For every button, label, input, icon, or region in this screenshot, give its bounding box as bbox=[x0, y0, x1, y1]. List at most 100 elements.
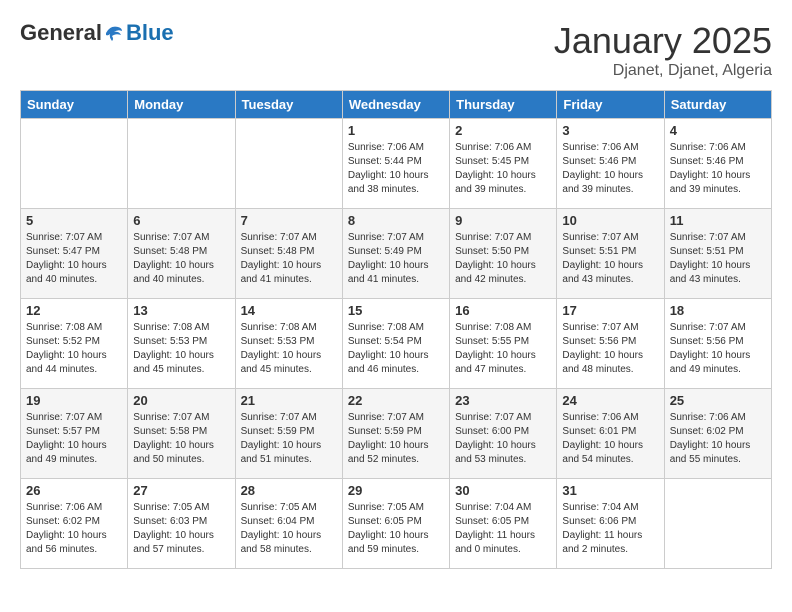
calendar-cell bbox=[235, 119, 342, 209]
weekday-header-row: SundayMondayTuesdayWednesdayThursdayFrid… bbox=[21, 91, 772, 119]
calendar-cell: 3 Sunrise: 7:06 AM Sunset: 5:46 PM Daylig… bbox=[557, 119, 664, 209]
calendar-cell: 1 Sunrise: 7:06 AM Sunset: 5:44 PM Daylig… bbox=[342, 119, 449, 209]
logo-bird-icon bbox=[104, 23, 124, 43]
day-info: Sunrise: 7:06 AM Sunset: 6:02 PM Dayligh… bbox=[26, 501, 122, 557]
day-number: 20 bbox=[133, 393, 229, 408]
weekday-header-wednesday: Wednesday bbox=[342, 91, 449, 119]
title-block: January 2025 Djanet, Djanet, Algeria bbox=[554, 20, 772, 80]
calendar-cell: 29Sunrise: 7:05 AM Sunset: 6:05 PM Dayli… bbox=[342, 479, 449, 569]
weekday-header-tuesday: Tuesday bbox=[235, 91, 342, 119]
day-info: Sunrise: 7:08 AM Sunset: 5:53 PM Dayligh… bbox=[241, 321, 337, 377]
weekday-header-monday: Monday bbox=[128, 91, 235, 119]
day-number: 28 bbox=[241, 483, 337, 498]
day-info: Sunrise: 7:04 AM Sunset: 6:06 PM Dayligh… bbox=[562, 501, 658, 557]
day-number: 11 bbox=[670, 213, 766, 228]
day-number: 21 bbox=[241, 393, 337, 408]
day-number: 18 bbox=[670, 303, 766, 318]
day-info: Sunrise: 7:07 AM Sunset: 5:51 PM Dayligh… bbox=[562, 231, 658, 287]
day-info: Sunrise: 7:06 AM Sunset: 6:01 PM Dayligh… bbox=[562, 411, 658, 467]
calendar-cell: 18 Sunrise: 7:07 AM Sunset: 5:56 PM Dayli… bbox=[664, 299, 771, 389]
day-info: Sunrise: 7:07 AM Sunset: 5:48 PM Dayligh… bbox=[133, 231, 229, 287]
day-info: Sunrise: 7:07 AM Sunset: 5:57 PM Dayligh… bbox=[26, 411, 122, 467]
day-number: 25 bbox=[670, 393, 766, 408]
calendar-cell: 15Sunrise: 7:08 AM Sunset: 5:54 PM Dayli… bbox=[342, 299, 449, 389]
calendar-cell bbox=[21, 119, 128, 209]
logo-general-text: General bbox=[20, 20, 102, 46]
calendar-cell: 2Sunrise: 7:06 AM Sunset: 5:45 PM Daylig… bbox=[450, 119, 557, 209]
day-number: 31 bbox=[562, 483, 658, 498]
calendar-cell: 26Sunrise: 7:06 AM Sunset: 6:02 PM Dayli… bbox=[21, 479, 128, 569]
weekday-header-sunday: Sunday bbox=[21, 91, 128, 119]
logo-blue-text: Blue bbox=[126, 20, 174, 46]
calendar-cell: 16 Sunrise: 7:08 AM Sunset: 5:55 PM Dayli… bbox=[450, 299, 557, 389]
day-info: Sunrise: 7:06 AM Sunset: 5:46 PM Dayligh… bbox=[562, 141, 658, 197]
day-info: Sunrise: 7:08 AM Sunset: 5:55 PM Dayligh… bbox=[455, 321, 551, 377]
week-row-5: 26Sunrise: 7:06 AM Sunset: 6:02 PM Dayli… bbox=[21, 479, 772, 569]
location: Djanet, Djanet, Algeria bbox=[554, 62, 772, 80]
day-number: 24 bbox=[562, 393, 658, 408]
day-info: Sunrise: 7:07 AM Sunset: 5:50 PM Dayligh… bbox=[455, 231, 551, 287]
weekday-header-saturday: Saturday bbox=[664, 91, 771, 119]
day-number: 22 bbox=[348, 393, 444, 408]
week-row-2: 5 Sunrise: 7:07 AM Sunset: 5:47 PM Daylig… bbox=[21, 209, 772, 299]
day-info: Sunrise: 7:07 AM Sunset: 5:59 PM Dayligh… bbox=[241, 411, 337, 467]
day-number: 23 bbox=[455, 393, 551, 408]
calendar-cell: 14 Sunrise: 7:08 AM Sunset: 5:53 PM Dayli… bbox=[235, 299, 342, 389]
calendar-cell: 22 Sunrise: 7:07 AM Sunset: 5:59 PM Dayli… bbox=[342, 389, 449, 479]
day-number: 27 bbox=[133, 483, 229, 498]
calendar-cell: 20 Sunrise: 7:07 AM Sunset: 5:58 PM Dayli… bbox=[128, 389, 235, 479]
day-info: Sunrise: 7:07 AM Sunset: 5:58 PM Dayligh… bbox=[133, 411, 229, 467]
day-info: Sunrise: 7:04 AM Sunset: 6:05 PM Dayligh… bbox=[455, 501, 551, 557]
day-number: 4 bbox=[670, 123, 766, 138]
week-row-4: 19 Sunrise: 7:07 AM Sunset: 5:57 PM Dayli… bbox=[21, 389, 772, 479]
day-number: 17 bbox=[562, 303, 658, 318]
day-info: Sunrise: 7:06 AM Sunset: 5:44 PM Dayligh… bbox=[348, 141, 444, 197]
day-number: 12 bbox=[26, 303, 122, 318]
calendar-cell: 11 Sunrise: 7:07 AM Sunset: 5:51 PM Dayli… bbox=[664, 209, 771, 299]
day-number: 9 bbox=[455, 213, 551, 228]
logo: General Blue bbox=[20, 20, 174, 46]
weekday-header-friday: Friday bbox=[557, 91, 664, 119]
day-info: Sunrise: 7:06 AM Sunset: 6:02 PM Dayligh… bbox=[670, 411, 766, 467]
calendar-cell: 7Sunrise: 7:07 AM Sunset: 5:48 PM Daylig… bbox=[235, 209, 342, 299]
day-info: Sunrise: 7:08 AM Sunset: 5:52 PM Dayligh… bbox=[26, 321, 122, 377]
calendar-cell: 5 Sunrise: 7:07 AM Sunset: 5:47 PM Daylig… bbox=[21, 209, 128, 299]
day-info: Sunrise: 7:06 AM Sunset: 5:46 PM Dayligh… bbox=[670, 141, 766, 197]
calendar-cell: 25 Sunrise: 7:06 AM Sunset: 6:02 PM Dayli… bbox=[664, 389, 771, 479]
day-number: 13 bbox=[133, 303, 229, 318]
calendar-cell: 13Sunrise: 7:08 AM Sunset: 5:53 PM Dayli… bbox=[128, 299, 235, 389]
weekday-header-thursday: Thursday bbox=[450, 91, 557, 119]
day-info: Sunrise: 7:07 AM Sunset: 5:49 PM Dayligh… bbox=[348, 231, 444, 287]
calendar-cell: 8 Sunrise: 7:07 AM Sunset: 5:49 PM Daylig… bbox=[342, 209, 449, 299]
day-number: 3 bbox=[562, 123, 658, 138]
day-number: 16 bbox=[455, 303, 551, 318]
page-header: General Blue January 2025 Djanet, Djanet… bbox=[20, 20, 772, 80]
day-number: 14 bbox=[241, 303, 337, 318]
day-info: Sunrise: 7:07 AM Sunset: 5:51 PM Dayligh… bbox=[670, 231, 766, 287]
day-info: Sunrise: 7:07 AM Sunset: 5:59 PM Dayligh… bbox=[348, 411, 444, 467]
day-number: 19 bbox=[26, 393, 122, 408]
day-number: 5 bbox=[26, 213, 122, 228]
calendar-cell: 9 Sunrise: 7:07 AM Sunset: 5:50 PM Daylig… bbox=[450, 209, 557, 299]
month-title: January 2025 bbox=[554, 20, 772, 62]
day-number: 2 bbox=[455, 123, 551, 138]
day-number: 6 bbox=[133, 213, 229, 228]
day-info: Sunrise: 7:08 AM Sunset: 5:54 PM Dayligh… bbox=[348, 321, 444, 377]
calendar-cell: 12 Sunrise: 7:08 AM Sunset: 5:52 PM Dayli… bbox=[21, 299, 128, 389]
calendar-cell: 19 Sunrise: 7:07 AM Sunset: 5:57 PM Dayli… bbox=[21, 389, 128, 479]
day-info: Sunrise: 7:05 AM Sunset: 6:04 PM Dayligh… bbox=[241, 501, 337, 557]
week-row-1: 1 Sunrise: 7:06 AM Sunset: 5:44 PM Daylig… bbox=[21, 119, 772, 209]
calendar-cell: 6 Sunrise: 7:07 AM Sunset: 5:48 PM Daylig… bbox=[128, 209, 235, 299]
day-info: Sunrise: 7:07 AM Sunset: 5:56 PM Dayligh… bbox=[562, 321, 658, 377]
day-info: Sunrise: 7:05 AM Sunset: 6:03 PM Dayligh… bbox=[133, 501, 229, 557]
day-number: 1 bbox=[348, 123, 444, 138]
calendar-cell: 21 Sunrise: 7:07 AM Sunset: 5:59 PM Dayli… bbox=[235, 389, 342, 479]
calendar-cell: 4 Sunrise: 7:06 AM Sunset: 5:46 PM Daylig… bbox=[664, 119, 771, 209]
day-info: Sunrise: 7:07 AM Sunset: 5:56 PM Dayligh… bbox=[670, 321, 766, 377]
day-info: Sunrise: 7:07 AM Sunset: 5:47 PM Dayligh… bbox=[26, 231, 122, 287]
day-number: 8 bbox=[348, 213, 444, 228]
calendar-cell: 23Sunrise: 7:07 AM Sunset: 6:00 PM Dayli… bbox=[450, 389, 557, 479]
day-number: 29 bbox=[348, 483, 444, 498]
calendar-cell: 10Sunrise: 7:07 AM Sunset: 5:51 PM Dayli… bbox=[557, 209, 664, 299]
calendar-cell: 24 Sunrise: 7:06 AM Sunset: 6:01 PM Dayli… bbox=[557, 389, 664, 479]
